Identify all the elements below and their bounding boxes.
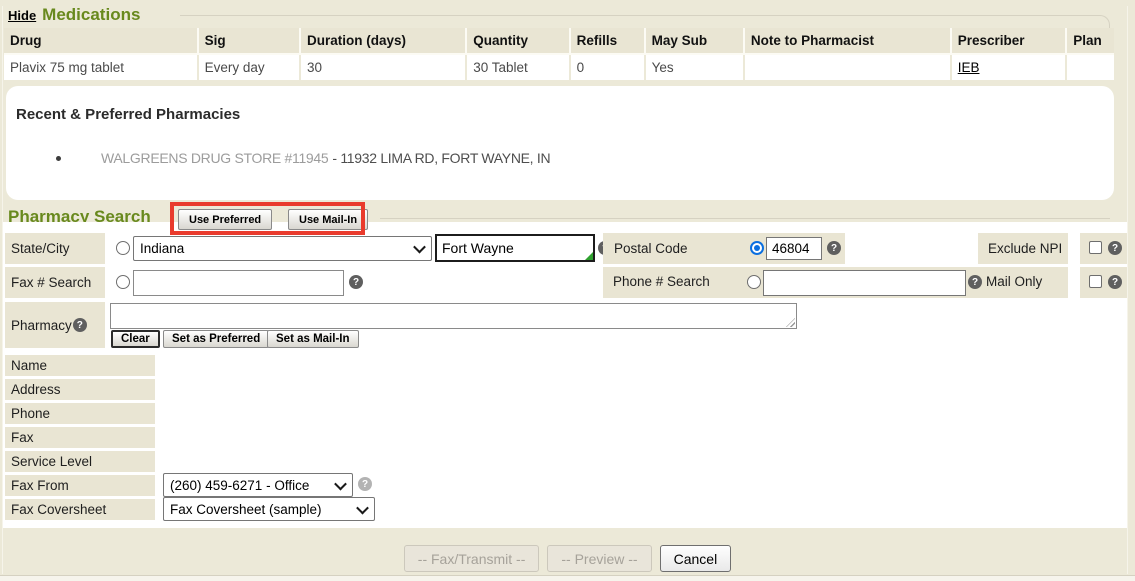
bottom-edge-strip bbox=[0, 575, 1135, 581]
med-duration: 30 bbox=[299, 55, 465, 80]
fax-search-label: Fax # Search bbox=[5, 267, 105, 298]
fax-search-radio[interactable] bbox=[116, 275, 130, 289]
med-plan bbox=[1065, 55, 1114, 80]
state-city-radio[interactable] bbox=[116, 241, 130, 255]
green-corner-marker-icon bbox=[585, 252, 593, 260]
fax-coversheet-select-value: Fax Coversheet (sample) bbox=[170, 502, 322, 517]
pharmacy-name-link[interactable]: WALGREENS DRUG STORE #11945 bbox=[101, 150, 328, 166]
hide-medications-link[interactable]: Hide bbox=[8, 8, 36, 23]
phone-search-input[interactable] bbox=[763, 270, 966, 296]
postal-code-help-icon[interactable] bbox=[827, 241, 841, 255]
detail-value-phone bbox=[160, 403, 1120, 424]
prescriber-link[interactable]: IEB bbox=[958, 60, 980, 75]
fax-from-label: Fax From bbox=[5, 475, 155, 496]
state-city-label: State/City bbox=[5, 233, 105, 264]
mail-only-checkbox[interactable] bbox=[1089, 275, 1102, 288]
clear-button[interactable]: Clear bbox=[111, 330, 160, 348]
pharmacy-search-fieldset-line bbox=[380, 218, 1110, 219]
chevron-down-icon bbox=[356, 501, 369, 514]
detail-value-fax bbox=[160, 427, 1120, 448]
fax-coversheet-label: Fax Coversheet bbox=[5, 499, 155, 520]
col-header-drug: Drug bbox=[4, 28, 197, 55]
fax-from-help-icon[interactable] bbox=[358, 477, 372, 491]
medications-header-row: Drug Sig Duration (days) Quantity Refill… bbox=[4, 28, 1114, 55]
pharmacy-label: Pharmacy bbox=[11, 318, 72, 333]
set-as-mail-in-button[interactable]: Set as Mail-In bbox=[267, 330, 359, 348]
col-header-refills: Refills bbox=[569, 28, 644, 55]
state-select-value: Indiana bbox=[140, 241, 184, 256]
bullet-icon bbox=[56, 156, 61, 161]
exclude-npi-help-icon[interactable] bbox=[1108, 241, 1122, 255]
city-input-wrap bbox=[435, 234, 595, 262]
medication-row: Plavix 75 mg tablet Every day 30 30 Tabl… bbox=[4, 55, 1114, 80]
medications-legend: Hide Medications bbox=[8, 5, 140, 25]
chevron-down-icon bbox=[413, 241, 426, 254]
col-header-note: Note to Pharmacist bbox=[743, 28, 950, 55]
pharmacy-help-icon[interactable] bbox=[73, 318, 87, 332]
phone-search-radio[interactable] bbox=[747, 275, 761, 289]
outer-border-right bbox=[1127, 6, 1128, 574]
pharmacy-textarea[interactable] bbox=[110, 303, 797, 329]
col-header-sig: Sig bbox=[197, 28, 299, 55]
phone-search-help-icon[interactable] bbox=[968, 275, 982, 289]
med-refills: 0 bbox=[569, 55, 644, 80]
pharmacy-textarea-wrap bbox=[110, 303, 797, 329]
eprescribe-pharmacy-screen: Hide Medications Drug Sig Duration (days… bbox=[0, 0, 1135, 581]
set-as-preferred-button[interactable]: Set as Preferred bbox=[163, 330, 269, 348]
exclude-npi-checkbox[interactable] bbox=[1089, 241, 1102, 254]
medications-table: Drug Sig Duration (days) Quantity Refill… bbox=[4, 28, 1114, 80]
use-mail-in-button[interactable]: Use Mail-In bbox=[288, 209, 368, 230]
detail-label-name: Name bbox=[5, 355, 155, 376]
cancel-button[interactable]: Cancel bbox=[660, 545, 732, 572]
med-prescriber: IEB bbox=[950, 55, 1066, 80]
pharmacy-list-item[interactable]: WALGREENS DRUG STORE #11945 - 11932 LIMA… bbox=[56, 150, 550, 166]
pharmacy-label-cell: Pharmacy bbox=[5, 302, 105, 348]
mail-only-label: Mail Only bbox=[986, 274, 1042, 289]
fax-coversheet-select[interactable]: Fax Coversheet (sample) bbox=[163, 497, 375, 521]
med-sig: Every day bbox=[197, 55, 299, 80]
recent-pharmacies-panel: Recent & Preferred Pharmacies WALGREENS … bbox=[6, 86, 1114, 200]
postal-code-radio[interactable] bbox=[750, 241, 764, 255]
medications-title: Medications bbox=[42, 5, 140, 25]
detail-value-name bbox=[160, 355, 1120, 376]
col-header-may-sub: May Sub bbox=[644, 28, 743, 55]
state-select[interactable]: Indiana bbox=[133, 236, 432, 261]
recent-pharmacies-title: Recent & Preferred Pharmacies bbox=[16, 106, 240, 123]
detail-label-phone: Phone bbox=[5, 403, 155, 424]
pharmacy-address: - 11932 LIMA RD, FORT WAYNE, IN bbox=[332, 150, 550, 166]
exclude-npi-label: Exclude NPI bbox=[978, 233, 1068, 264]
col-header-quantity: Quantity bbox=[465, 28, 568, 55]
detail-value-address bbox=[160, 379, 1120, 400]
preview-button: -- Preview -- bbox=[547, 545, 651, 572]
detail-label-fax: Fax bbox=[5, 427, 155, 448]
fax-search-help-icon[interactable] bbox=[349, 275, 363, 289]
detail-value-service-level bbox=[160, 451, 1120, 472]
mail-only-help-icon[interactable] bbox=[1108, 275, 1122, 289]
postal-code-input[interactable] bbox=[766, 237, 822, 260]
fax-search-input[interactable] bbox=[133, 270, 344, 296]
col-header-plan: Plan bbox=[1065, 28, 1114, 55]
med-note bbox=[743, 55, 950, 80]
med-quantity: 30 Tablet bbox=[465, 55, 568, 80]
fax-from-select[interactable]: (260) 459-6271 - Office bbox=[163, 473, 353, 497]
detail-label-service-level: Service Level bbox=[5, 451, 155, 472]
fax-transmit-button: -- Fax/Transmit -- bbox=[404, 545, 540, 572]
col-header-prescriber: Prescriber bbox=[950, 28, 1066, 55]
detail-label-address: Address bbox=[5, 379, 155, 400]
med-may-sub: Yes bbox=[644, 55, 743, 80]
med-drug: Plavix 75 mg tablet bbox=[4, 55, 197, 80]
city-input[interactable] bbox=[435, 234, 595, 262]
col-header-duration: Duration (days) bbox=[299, 28, 465, 55]
fax-from-select-value: (260) 459-6271 - Office bbox=[170, 478, 309, 493]
chevron-down-icon bbox=[334, 477, 347, 490]
footer-button-bar: -- Fax/Transmit -- -- Preview -- Cancel bbox=[0, 545, 1135, 572]
phone-search-label: Phone # Search bbox=[613, 274, 710, 289]
use-preferred-button[interactable]: Use Preferred bbox=[178, 209, 272, 230]
